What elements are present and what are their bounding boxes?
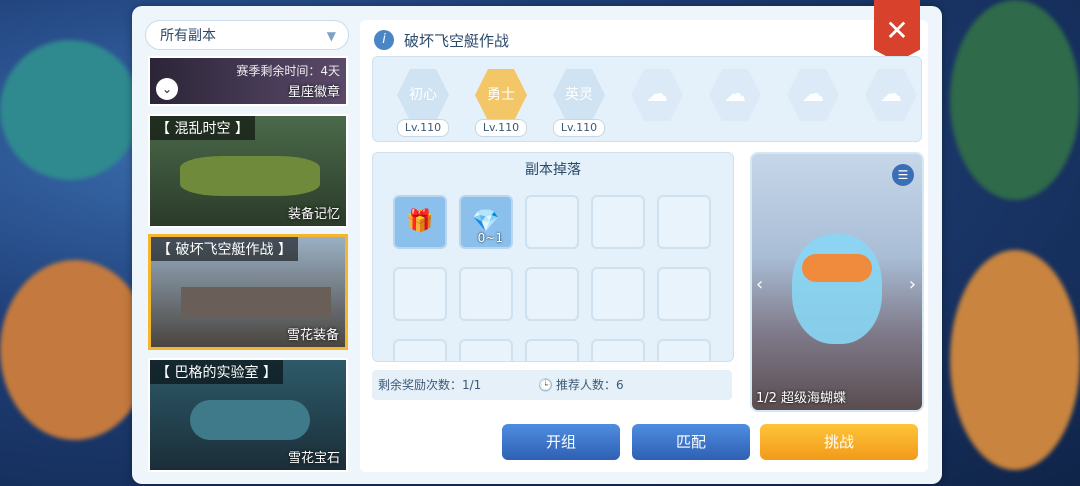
difficulty-label: 勇士	[487, 87, 515, 103]
dungeon-title: 【 混乱时空 】	[150, 116, 255, 140]
dungeon-reward-label: 雪花宝石	[287, 451, 340, 466]
boss-goggles	[802, 254, 872, 282]
list-icon[interactable]: ☰	[892, 164, 914, 186]
boss-image	[792, 234, 882, 344]
difficulty-warrior[interactable]: 勇士	[475, 69, 527, 121]
drop-slot-empty	[393, 267, 447, 321]
dungeon-card-lab[interactable]: 【 巴格的实验室 】 雪花宝石	[148, 358, 348, 472]
dungeon-detail-title: 破坏飞空艇作战	[404, 32, 510, 50]
dropdown-label: 所有副本	[160, 28, 216, 44]
drops-panel: 副本掉落 🎁 💎 0~1	[372, 152, 734, 362]
difficulty-selector: 初心 Lv.110 勇士 Lv.110 英灵 Lv.110 ☁ ☁ ☁ ☁	[372, 56, 922, 142]
difficulty-beginner[interactable]: 初心	[397, 69, 449, 121]
airship-image	[181, 287, 331, 317]
dungeon-title: 【 巴格的实验室 】	[150, 360, 283, 384]
drop-slot-empty	[459, 339, 513, 361]
drop-slot-empty	[591, 195, 645, 249]
clock-icon: 🕒	[538, 378, 553, 392]
drop-slot-empty	[393, 339, 447, 361]
difficulty-level: Lv.110	[475, 119, 527, 137]
drop-slot-empty	[525, 195, 579, 249]
dungeon-card-airship[interactable]: 【 破坏飞空艇作战 】 雪花装备	[148, 234, 348, 350]
dungeon-list: 所有副本 ▼ 赛季剩余时间：4天 ⌄ 星座徽章 【 混乱时空 】 装备记忆 【 …	[145, 20, 351, 476]
drop-slot-empty	[459, 267, 513, 321]
match-button[interactable]: 匹配	[632, 424, 750, 460]
dragon-image	[180, 156, 320, 196]
drop-slot-empty	[525, 339, 579, 361]
dungeon-card-constellation[interactable]: 赛季剩余时间：4天 ⌄ 星座徽章	[148, 56, 348, 106]
treasure-chest-icon: 🎁	[406, 209, 434, 234]
recommended-players: 推荐人数：6	[556, 378, 624, 392]
dungeon-reward-label: 装备记忆	[287, 207, 340, 222]
boss-name: 1/2 超级海蝴蝶	[756, 391, 847, 406]
difficulty-label: 英灵	[565, 87, 593, 103]
drop-slot-empty	[591, 267, 645, 321]
drop-slot-empty	[657, 267, 711, 321]
dungeon-stats: 剩余奖励次数：1/1 🕒 推荐人数：6	[372, 370, 732, 400]
drop-item-chest[interactable]: 🎁	[393, 195, 447, 249]
chevron-left-icon[interactable]: ‹	[756, 274, 763, 295]
dungeon-title: 【 破坏飞空艇作战 】	[151, 237, 298, 261]
drop-slot-empty	[657, 339, 711, 361]
expand-icon[interactable]: ⌄	[156, 78, 178, 100]
drops-title: 副本掉落	[525, 162, 581, 178]
dungeon-reward-label: 星座徽章	[287, 85, 340, 100]
drop-quantity: 0~1	[477, 231, 503, 245]
drop-slot-empty	[525, 267, 579, 321]
challenge-button[interactable]: 挑战	[760, 424, 918, 460]
background-foliage	[0, 260, 150, 440]
chevron-right-icon[interactable]: ›	[909, 274, 916, 295]
background-foliage	[950, 250, 1080, 470]
lab-image	[190, 400, 310, 440]
dungeon-reward-label: 雪花装备	[286, 328, 339, 343]
locked-difficulty-icon: ☁	[787, 69, 839, 121]
drop-item-crystal[interactable]: 💎 0~1	[459, 195, 513, 249]
background-foliage	[950, 0, 1080, 200]
dungeon-card-chaos[interactable]: 【 混乱时空 】 装备记忆	[148, 114, 348, 228]
background-foliage	[0, 40, 140, 180]
locked-difficulty-icon: ☁	[865, 69, 917, 121]
close-icon: ✕	[885, 14, 909, 47]
chevron-down-icon: ▼	[326, 29, 336, 43]
reward-count: 剩余奖励次数：1/1	[378, 378, 482, 392]
close-button[interactable]: ✕	[874, 0, 920, 62]
drop-slot-empty	[591, 339, 645, 361]
difficulty-hero[interactable]: 英灵	[553, 69, 605, 121]
difficulty-level: Lv.110	[397, 119, 449, 137]
drop-slot-empty	[657, 195, 711, 249]
difficulty-level: Lv.110	[553, 119, 605, 137]
dungeon-filter-dropdown[interactable]: 所有副本 ▼	[145, 20, 349, 50]
locked-difficulty-icon: ☁	[631, 69, 683, 121]
info-icon[interactable]: i	[374, 30, 394, 50]
locked-difficulty-icon: ☁	[709, 69, 761, 121]
season-timer: 赛季剩余时间：4天	[236, 64, 340, 78]
create-team-button[interactable]: 开组	[502, 424, 620, 460]
difficulty-label: 初心	[409, 87, 437, 103]
boss-preview: ☰ ‹ › 1/2 超级海蝴蝶	[750, 152, 924, 412]
